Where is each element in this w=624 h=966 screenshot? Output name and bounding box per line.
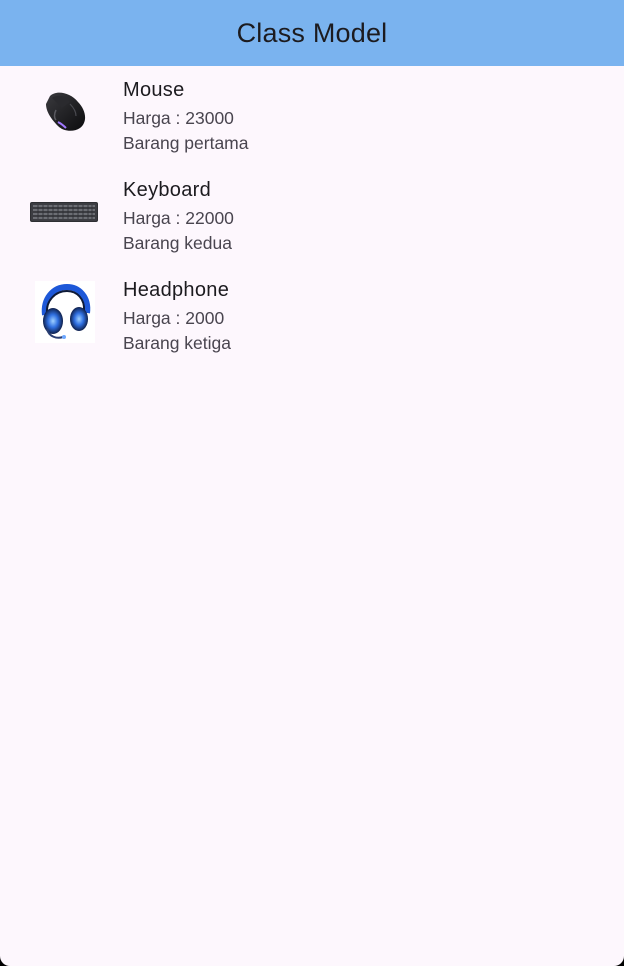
- item-description: Barang ketiga: [123, 333, 231, 353]
- item-price: Harga : 2000: [123, 308, 225, 328]
- list-item-mouse[interactable]: Mouse Harga : 23000 Barang pertama: [0, 78, 624, 178]
- product-list: Mouse Harga : 23000 Barang pertama Keybo…: [0, 66, 624, 378]
- item-description: Barang kedua: [123, 233, 232, 253]
- list-item-headphone[interactable]: Headphone Harga : 2000 Barang ketiga: [0, 278, 624, 378]
- list-item-keyboard[interactable]: Keyboard Harga : 22000 Barang kedua: [0, 178, 624, 278]
- item-price: Harga : 22000: [123, 208, 234, 228]
- app-screen: Class Model Mouse Harga: 23000 Barang p…: [0, 0, 624, 966]
- item-price: Harga : 23000: [123, 108, 234, 128]
- item-text: Keyboard Harga : 22000 Barang kedua: [123, 178, 234, 254]
- item-text: Headphone Harga : 2000 Barang ketiga: [123, 278, 231, 354]
- page-title: Class Model: [236, 17, 388, 48]
- mouse-image: [28, 80, 100, 144]
- item-name: Headphone: [123, 279, 230, 301]
- headphone-image: [28, 280, 100, 344]
- item-description: Barang pertama: [123, 133, 249, 153]
- item-name: Mouse: [123, 79, 185, 101]
- keyboard-image: [28, 180, 100, 244]
- app-bar: Class Model: [0, 0, 624, 66]
- item-text: Mouse Harga : 23000 Barang pertama: [123, 78, 249, 154]
- item-name: Keyboard: [123, 179, 212, 201]
